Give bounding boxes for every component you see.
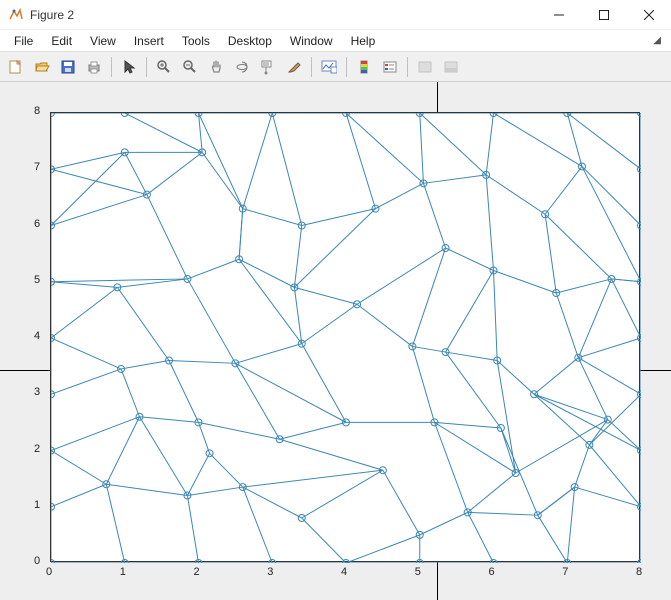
menubar-overflow-icon[interactable]: ◢ [653,35,665,46]
x-tick-label: 2 [194,566,200,578]
x-tick-label: 4 [341,566,347,578]
window-title: Figure 2 [30,8,536,22]
colorbar-button[interactable] [352,55,376,79]
brush-button[interactable] [282,55,306,79]
y-tick-label: 5 [34,274,40,286]
menubar: File Edit View Insert Tools Desktop Wind… [0,30,671,52]
y-tick-label: 2 [34,443,40,455]
minimize-button[interactable] [536,0,581,30]
close-button[interactable] [626,0,671,30]
mesh-plot [51,113,641,563]
zoom-in-button[interactable] [152,55,176,79]
menu-tools[interactable]: Tools [174,32,218,50]
menu-file[interactable]: File [6,32,41,50]
window-buttons [536,0,671,29]
y-tick-label: 0 [34,555,40,567]
menu-help[interactable]: Help [343,32,384,50]
y-tick-label: 7 [34,161,40,173]
menu-desktop[interactable]: Desktop [220,32,280,50]
y-tick-label: 1 [34,499,40,511]
print-button[interactable] [82,55,106,79]
menu-edit[interactable]: Edit [43,32,80,50]
x-tick-label: 8 [636,566,642,578]
property-editor-button[interactable] [439,55,463,79]
legend-button[interactable] [378,55,402,79]
x-tick-label: 7 [562,566,568,578]
x-tick-label: 1 [120,566,126,578]
figure-canvas[interactable]: 0 1 2 3 4 5 6 7 8 0 1 2 3 4 5 6 7 8 [0,82,671,600]
menu-window[interactable]: Window [282,32,341,50]
x-tick-label: 5 [415,566,421,578]
y-tick-label: 3 [34,386,40,398]
rotate3d-button[interactable] [230,55,254,79]
y-tick-label: 6 [34,218,40,230]
x-tick-label: 0 [46,566,52,578]
titlebar: Figure 2 [0,0,671,30]
pan-button[interactable] [204,55,228,79]
menu-view[interactable]: View [82,32,124,50]
axes[interactable] [50,112,640,562]
hide-plot-button[interactable] [413,55,437,79]
open-button[interactable] [30,55,54,79]
link-button[interactable] [317,55,341,79]
zoom-out-button[interactable] [178,55,202,79]
x-tick-label: 6 [489,566,495,578]
y-tick-label: 8 [34,105,40,117]
toolbar [0,52,671,82]
pointer-button[interactable] [117,55,141,79]
data-cursor-button[interactable] [256,55,280,79]
y-tick-label: 4 [34,330,40,342]
new-figure-button[interactable] [4,55,28,79]
matlab-figure-icon [8,7,24,23]
x-tick-label: 3 [267,566,273,578]
menu-insert[interactable]: Insert [126,32,172,50]
maximize-button[interactable] [581,0,626,30]
save-button[interactable] [56,55,80,79]
